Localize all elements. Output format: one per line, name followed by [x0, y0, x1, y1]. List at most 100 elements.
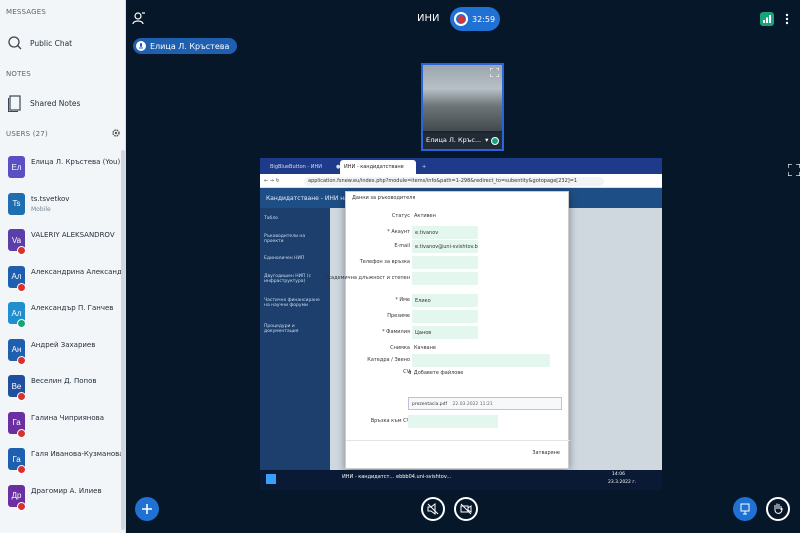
presenter-name: Елица Л. Кръстева	[150, 41, 230, 51]
user-list-item[interactable]: Ал Александър П. Ганчев	[0, 298, 120, 334]
field-label: * Име	[395, 297, 410, 303]
field-value: Активен	[414, 213, 436, 219]
mic-status-icon	[17, 428, 26, 438]
field-input[interactable]	[412, 272, 478, 285]
users-section-title: USERS (27)	[6, 130, 48, 138]
user-name: Веселин Д. Попов	[31, 377, 97, 385]
field-input[interactable]: Елико	[412, 294, 478, 307]
fullscreen-icon[interactable]	[490, 68, 499, 77]
shared-notes-item[interactable]: Shared Notes	[6, 94, 80, 112]
actions-button[interactable]	[135, 497, 159, 521]
user-name: Александрина Александрова	[31, 267, 126, 276]
presentation-icon	[740, 503, 750, 515]
presenter-icon	[136, 41, 146, 51]
app-side-item[interactable]: Единоличен НИП	[264, 256, 326, 261]
url-field[interactable]: application.fsnew.eu/index.php?module=it…	[304, 177, 604, 186]
app-side-item[interactable]: Табло	[264, 216, 326, 221]
leader-modal: Данни за ръководителя Статус Активен * Ака…	[325, 191, 570, 469]
user-leave-icon[interactable]	[132, 11, 146, 25]
form-row: * Име Елико	[346, 294, 570, 308]
caption-chevron-icon[interactable]: ▾	[485, 136, 488, 144]
app-sidebar: Табло Ръководители на проекти Единоличен…	[260, 208, 330, 470]
webcam-video[interactable]: Елица Л. Кръс... ▾	[421, 63, 504, 151]
public-chat-item[interactable]: Public Chat	[6, 34, 72, 52]
field-label: * Акаунт	[387, 229, 410, 235]
user-list-item[interactable]: Ts ts.tsvetkov Mobile	[0, 189, 120, 225]
user-list-scrollbar[interactable]	[121, 150, 125, 530]
mic-status-icon	[17, 319, 26, 328]
cv-link-row: Връзка към CV	[346, 415, 570, 429]
field-label: Статус	[391, 213, 410, 219]
chat-icon	[6, 34, 24, 52]
shared-notes-label: Shared Notes	[30, 98, 81, 108]
user-list-item[interactable]: Va VALERIY ALEKSANDROV	[0, 225, 120, 261]
field-label: Академична длъжност и степен	[324, 275, 410, 281]
field-label: Катедра / Звено	[367, 357, 410, 363]
screenshare-fullscreen-icon[interactable]	[788, 164, 800, 176]
app-side-item[interactable]: Двугодишен НИП (с инфраструктура)	[264, 274, 326, 284]
app-side-item[interactable]: Ръководители на проекти	[264, 234, 326, 244]
user-list-item[interactable]: Ве Веселин Д. Попов	[0, 371, 120, 407]
mic-status-icon	[17, 282, 26, 292]
field-input[interactable]: e.tivanov@uni-svishtov.bg	[412, 240, 478, 253]
raise-hand-button[interactable]	[766, 497, 790, 521]
browser-tab-app[interactable]: ИНИ - кандидатстване	[340, 160, 416, 174]
new-tab-icon[interactable]: +	[418, 160, 430, 174]
add-files-label: Добавете файлове	[413, 370, 464, 376]
user-list-item[interactable]: АлАлександрина Александрова	[0, 262, 125, 298]
form-row: E-mail e.tivanov@uni-svishtov.bg	[346, 240, 570, 254]
field-input[interactable]: Цанов	[412, 326, 478, 339]
file-attachment[interactable]: prezentacia.pdf 22.03.2022 11:21	[408, 397, 562, 410]
options-menu-icon[interactable]	[785, 13, 789, 25]
presentation-toggle-button[interactable]	[733, 497, 757, 521]
sidebar: MESSAGES Public Chat NOTES Shared Notes …	[0, 0, 126, 533]
taskbar-item[interactable]: ИНИ - кандидатст...	[342, 474, 394, 486]
windows-taskbar: ИНИ - кандидатст... ebbb04.uni-svishtov.…	[260, 470, 662, 490]
user-list-item[interactable]: Др Драгомир А. Илиев	[0, 481, 120, 517]
notes-section-title: NOTES	[6, 70, 31, 78]
field-input[interactable]	[412, 256, 478, 269]
camera-off-icon	[460, 503, 472, 515]
app-side-item[interactable]: Частично финансиране на научни форуми	[264, 298, 326, 308]
recording-timer: 32:59	[472, 14, 496, 24]
form-row: Статус Активен	[346, 210, 570, 224]
field-label: E-mail	[394, 243, 410, 249]
form-row: Академична длъжност и степен	[325, 272, 570, 286]
user-list-item[interactable]: Га Галина Чиприянова	[0, 408, 120, 444]
user-list-item[interactable]: Ан Андрей Захариев	[0, 335, 120, 371]
windows-start-icon[interactable]	[266, 474, 276, 484]
form-row: Телефон за връзка	[346, 256, 570, 270]
user-name: Галя Иванова-Кузманова	[31, 450, 124, 458]
field-input[interactable]	[412, 310, 478, 323]
field-label: Телефон за връзка	[359, 259, 410, 265]
cv-link-input[interactable]	[408, 415, 498, 428]
presenter-badge: Елица Л. Кръстева	[133, 38, 238, 54]
video-button[interactable]	[454, 497, 478, 521]
user-name: VALERIY ALEKSANDROV	[31, 231, 115, 239]
taskbar-item[interactable]: ebbb04.uni-svishtov...	[396, 474, 451, 486]
nav-arrows-icon[interactable]: ← → ↻	[264, 178, 280, 184]
messages-section-title: MESSAGES	[6, 8, 47, 16]
browser-tab-bbb[interactable]: BigBlueButton - ИНИ	[266, 160, 326, 174]
user-subtitle: Mobile	[31, 205, 51, 213]
recording-indicator[interactable]: 32:59	[450, 7, 500, 31]
user-list-item[interactable]: Ел Елица Л. Кръстева (You)	[0, 152, 120, 188]
close-button[interactable]: Затваряне	[532, 450, 560, 456]
app-side-item[interactable]: Процедури и документация	[264, 324, 326, 334]
address-bar: ← → ↻ application.fsnew.eu/index.php?mod…	[260, 174, 662, 188]
field-input[interactable]: e.tivanov	[412, 226, 478, 239]
audio-button[interactable]	[421, 497, 445, 521]
mic-status-icon	[17, 501, 26, 511]
field-label: * Фамилия	[382, 329, 410, 335]
hand-icon	[774, 503, 783, 514]
public-chat-label: Public Chat	[30, 38, 73, 48]
user-name: Драгомир А. Илиев	[31, 486, 102, 495]
user-list-item[interactable]: Га Галя Иванова-Кузманова	[0, 444, 124, 480]
file-name: prezentacia.pdf	[412, 402, 448, 407]
gear-icon[interactable]	[111, 128, 121, 138]
connection-status-icon[interactable]	[760, 12, 774, 26]
mic-status-icon	[17, 392, 26, 401]
record-icon	[454, 12, 468, 26]
cv-link-label: Връзка към CV	[370, 418, 410, 424]
add-files-button[interactable]: ⬆ Добавете файлове	[408, 370, 463, 376]
